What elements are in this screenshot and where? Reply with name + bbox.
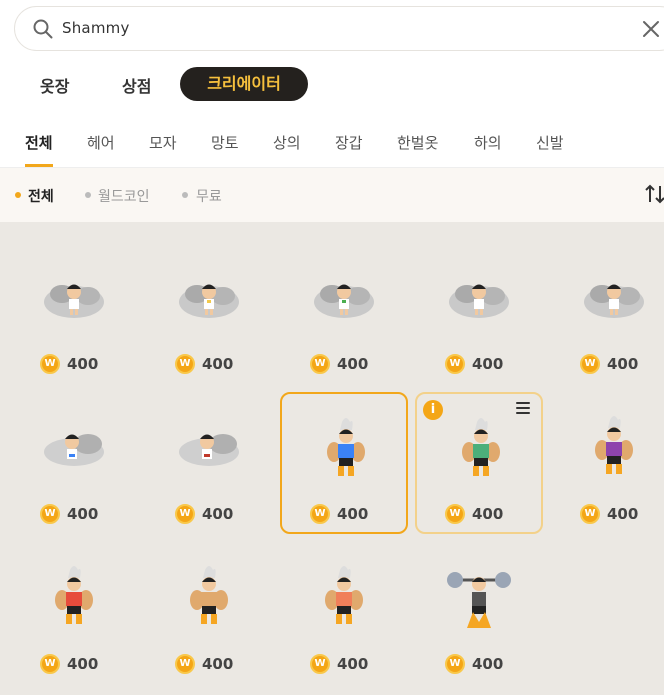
coin-icon: W [40, 504, 60, 524]
category-hair[interactable]: 헤어 [87, 132, 115, 153]
smoke-character-sprite [179, 434, 239, 466]
coin-icon: W [175, 654, 195, 674]
info-icon[interactable]: i [423, 400, 443, 420]
category-cape[interactable]: 망토 [211, 132, 239, 153]
price-value: 400 [472, 655, 504, 673]
category-tabs: 전체 헤어 모자 망토 상의 장갑 한벌옷 하의 신발 [0, 114, 664, 168]
price-value: 400 [67, 505, 99, 523]
coin-icon: W [580, 354, 600, 374]
item-card[interactable]: W 400 [10, 242, 138, 384]
menu-icon[interactable] [516, 402, 530, 416]
weightlifter-character-sprite [447, 572, 511, 628]
price-value: 400 [67, 355, 99, 373]
muscle-character-sprite [462, 418, 500, 476]
smoke-character-sprite [44, 284, 104, 318]
filter-all[interactable]: 전체 [28, 186, 54, 206]
active-tab-indicator [25, 164, 53, 167]
category-bottom[interactable]: 하의 [474, 132, 502, 153]
smoke-character-sprite [179, 284, 239, 318]
filter-dot-icon [15, 192, 21, 198]
smoke-character-sprite [449, 284, 509, 318]
sort-icon[interactable] [644, 183, 664, 205]
coin-icon: W [40, 654, 60, 674]
price-value: 400 [607, 505, 639, 523]
price-value: 400 [202, 355, 234, 373]
item-card[interactable]: W 400 [550, 392, 664, 534]
filter-dot-icon [182, 192, 188, 198]
price-value: 400 [472, 505, 504, 523]
muscle-character-sprite [325, 566, 363, 624]
search-bar[interactable]: Shammy [14, 6, 664, 51]
top-bar: Shammy 옷장 상점 크리에이터 [0, 0, 664, 114]
item-card[interactable]: W 400 [145, 242, 273, 384]
coin-icon: W [445, 354, 465, 374]
tab-closet[interactable]: 옷장 [40, 73, 69, 97]
smoke-character-sprite [584, 284, 644, 318]
item-card[interactable]: W 400 [145, 392, 273, 534]
category-all[interactable]: 전체 [25, 132, 53, 153]
coin-icon: W [175, 504, 195, 524]
tab-creator[interactable]: 크리에이터 [180, 67, 308, 101]
item-card-selected[interactable]: W 400 [280, 392, 408, 534]
filter-bar: 전체 월드코인 무료 [0, 168, 664, 222]
category-shoes[interactable]: 신발 [536, 132, 564, 153]
item-card[interactable]: W 400 [415, 242, 543, 384]
price-value: 400 [337, 655, 369, 673]
category-gloves[interactable]: 장갑 [335, 132, 363, 153]
tab-shop[interactable]: 상점 [122, 73, 151, 97]
muscle-character-sprite [190, 566, 228, 624]
search-input[interactable]: Shammy [62, 19, 130, 37]
item-card[interactable]: W 400 [145, 542, 273, 684]
price-value: 400 [67, 655, 99, 673]
muscle-character-sprite [327, 418, 365, 476]
filter-free[interactable]: 무료 [196, 186, 222, 206]
item-card[interactable]: W 400 [415, 542, 543, 684]
coin-icon: W [445, 504, 465, 524]
price-value: 400 [472, 355, 504, 373]
coin-icon: W [40, 354, 60, 374]
filter-dot-icon [85, 192, 91, 198]
muscle-character-sprite [595, 416, 633, 474]
category-overall[interactable]: 한벌옷 [397, 132, 438, 153]
coin-icon: W [310, 504, 330, 524]
category-hat[interactable]: 모자 [149, 132, 177, 153]
item-card-active[interactable]: i W 400 [415, 392, 543, 534]
search-icon [33, 19, 53, 39]
item-card[interactable]: W 400 [10, 542, 138, 684]
price-value: 400 [337, 355, 369, 373]
price-value: 400 [607, 355, 639, 373]
item-card[interactable]: W 400 [280, 542, 408, 684]
item-card[interactable]: W 400 [280, 242, 408, 384]
price-value: 400 [202, 505, 234, 523]
coin-icon: W [445, 654, 465, 674]
coin-icon: W [310, 354, 330, 374]
muscle-character-sprite [55, 566, 93, 624]
item-grid: W 400 W 400 W 400 W 400 W 400 W 400 W 40… [0, 222, 664, 695]
smoke-character-sprite [44, 434, 104, 466]
price-value: 400 [337, 505, 369, 523]
item-card[interactable]: W 400 [10, 392, 138, 534]
filter-world-coin[interactable]: 월드코인 [98, 186, 150, 206]
category-top[interactable]: 상의 [273, 132, 301, 153]
coin-icon: W [175, 354, 195, 374]
coin-icon: W [310, 654, 330, 674]
smoke-character-sprite [314, 284, 374, 318]
item-card[interactable]: W 400 [550, 242, 664, 384]
coin-icon: W [580, 504, 600, 524]
price-value: 400 [202, 655, 234, 673]
close-icon[interactable] [642, 20, 660, 38]
